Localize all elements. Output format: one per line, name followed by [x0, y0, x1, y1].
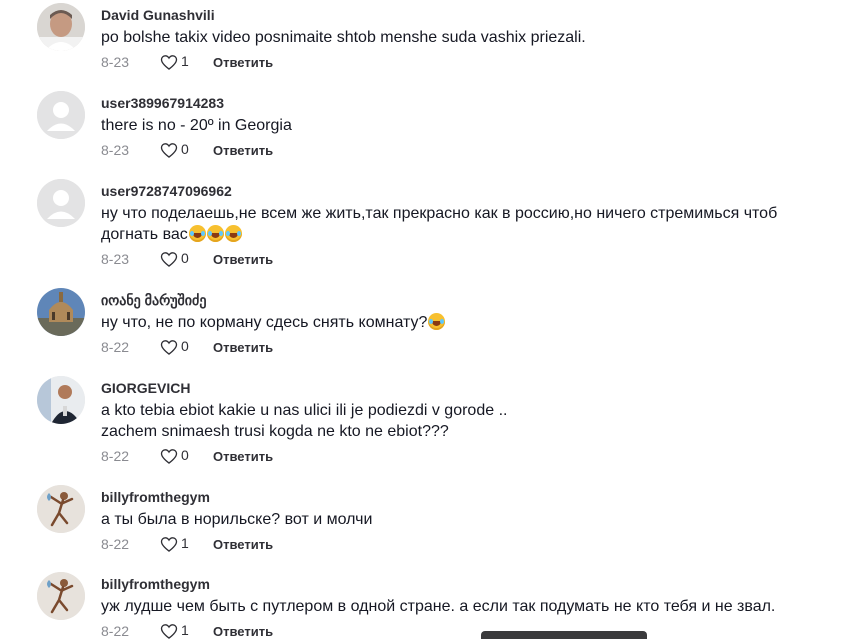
- comment-text: a kto tebia ebiot kakie u nas ulici ili …: [101, 400, 801, 442]
- avatar[interactable]: [37, 376, 85, 424]
- like-count: 0: [181, 338, 189, 354]
- heart-icon[interactable]: [159, 446, 179, 466]
- avatar[interactable]: [37, 179, 85, 227]
- comment-text-line: zachem snimaesh trusi kogda ne kto ne eb…: [101, 423, 449, 440]
- comment-meta: 8-23 0 Ответить: [101, 140, 401, 160]
- reply-button[interactable]: Ответить: [213, 143, 273, 158]
- heart-icon[interactable]: [159, 621, 179, 641]
- comment-username[interactable]: GIORGEVICH: [101, 380, 190, 396]
- comment-username[interactable]: იოანე მარუშიძე: [101, 292, 206, 309]
- comment-text-line: ну что поделаешь,не всем же жить,так пре…: [101, 205, 778, 222]
- comment-text: ну что поделаешь,не всем же жить,так пре…: [101, 203, 801, 245]
- like-count: 1: [181, 535, 189, 551]
- comment-date: 8-22: [101, 536, 130, 552]
- comment-text-line-with-emoji: догнать вас: [101, 224, 801, 245]
- grinning-sweat-emoji-icon: [224, 225, 242, 242]
- comment-date: 8-22: [101, 339, 130, 355]
- comment-username[interactable]: user389967914283: [101, 95, 224, 111]
- comment-text-line-with-emoji: ну что, не по корману сдесь снять комнат…: [101, 312, 801, 333]
- avatar[interactable]: [37, 572, 85, 620]
- heart-icon[interactable]: [159, 337, 179, 357]
- reply-button[interactable]: Ответить: [213, 537, 273, 552]
- tears-of-joy-emoji-icon: [428, 313, 446, 330]
- grinning-sweat-emoji-icon: [206, 225, 224, 242]
- like-count: 0: [181, 447, 189, 463]
- comment-text: there is no - 20º in Georgia: [101, 115, 801, 136]
- comment-meta: 8-22 1 Ответить: [101, 621, 401, 641]
- comment-date: 8-22: [101, 448, 130, 464]
- reply-button[interactable]: Ответить: [213, 449, 273, 464]
- comment-meta: 8-23 1 Ответить: [101, 52, 401, 72]
- reply-button[interactable]: Ответить: [213, 340, 273, 355]
- avatar[interactable]: [37, 3, 85, 51]
- comment-text-line: а ты была в норильске? вот и молчи: [101, 511, 373, 528]
- comment-text: уж лудше чем быть с путлером в одной стр…: [101, 596, 801, 617]
- like-count: 0: [181, 250, 189, 266]
- comment-username[interactable]: David Gunashvili: [101, 7, 215, 23]
- heart-icon[interactable]: [159, 52, 179, 72]
- comment-date: 8-23: [101, 251, 130, 267]
- avatar[interactable]: [37, 288, 85, 336]
- reply-button[interactable]: Ответить: [213, 55, 273, 70]
- comment-username[interactable]: billyfromthegym: [101, 576, 210, 592]
- heart-icon[interactable]: [159, 249, 179, 269]
- reply-button[interactable]: Ответить: [213, 252, 273, 267]
- comment-text: а ты была в норильске? вот и молчи: [101, 509, 801, 530]
- comment-meta: 8-22 1 Ответить: [101, 534, 401, 554]
- comment-meta: 8-22 0 Ответить: [101, 337, 401, 357]
- comment-text-line: there is no - 20º in Georgia: [101, 117, 292, 134]
- grinning-sweat-emoji-icon: [188, 225, 206, 242]
- like-count: 1: [181, 622, 189, 638]
- comment-text: po bolshe takix video posnimaite shtob m…: [101, 27, 801, 48]
- comment-text-line: a kto tebia ebiot kakie u nas ulici ili …: [101, 402, 508, 419]
- avatar[interactable]: [37, 91, 85, 139]
- comment-text-line: ну что, не по корману сдесь снять комнат…: [101, 314, 428, 331]
- bottom-overlay-bar: [481, 631, 647, 639]
- comment-date: 8-23: [101, 54, 130, 70]
- comment-username[interactable]: user9728747096962: [101, 183, 232, 199]
- comment-username[interactable]: billyfromthegym: [101, 489, 210, 505]
- heart-icon[interactable]: [159, 140, 179, 160]
- comment-text-line: уж лудше чем быть с путлером в одной стр…: [101, 598, 776, 615]
- comment-text: ну что, не по корману сдесь снять комнат…: [101, 312, 801, 333]
- like-count: 1: [181, 53, 189, 69]
- comment-meta: 8-22 0 Ответить: [101, 446, 401, 466]
- comment-date: 8-23: [101, 142, 130, 158]
- like-count: 0: [181, 141, 189, 157]
- comment-text-line: po bolshe takix video posnimaite shtob m…: [101, 29, 586, 46]
- comment-text-line: догнать вас: [101, 226, 188, 243]
- avatar[interactable]: [37, 485, 85, 533]
- comment-meta: 8-23 0 Ответить: [101, 249, 401, 269]
- heart-icon[interactable]: [159, 534, 179, 554]
